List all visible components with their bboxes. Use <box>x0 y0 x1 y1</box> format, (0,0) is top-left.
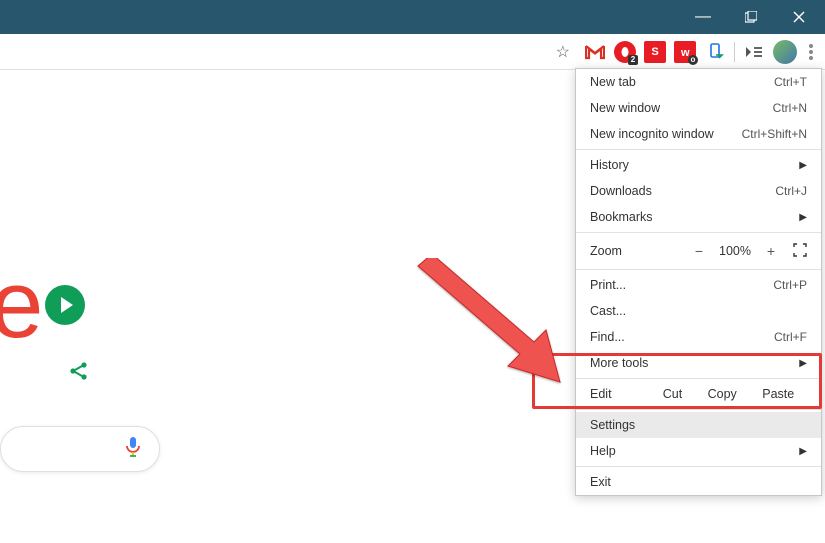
menu-separator <box>576 149 821 150</box>
browser-toolbar: ☆ 2 S w o <box>0 34 825 70</box>
edit-copy-button[interactable]: Copy <box>708 387 737 401</box>
menu-new-tab-label: New tab <box>590 75 636 89</box>
maximize-button[interactable] <box>733 0 769 34</box>
menu-exit-label: Exit <box>590 475 611 489</box>
menu-separator <box>576 466 821 467</box>
chevron-right-icon: ▶ <box>799 212 807 223</box>
menu-print-shortcut: Ctrl+P <box>773 278 807 292</box>
minimize-button[interactable]: — <box>685 0 721 34</box>
opera-badge: 2 <box>628 55 638 65</box>
edit-paste-button[interactable]: Paste <box>762 387 794 401</box>
menu-separator <box>576 409 821 410</box>
menu-exit[interactable]: Exit <box>576 469 821 495</box>
menu-cast[interactable]: Cast... <box>576 298 821 324</box>
menu-find-shortcut: Ctrl+F <box>774 330 807 344</box>
menu-help[interactable]: Help ▶ <box>576 438 821 464</box>
gmail-icon <box>585 44 605 60</box>
media-icon <box>744 44 764 60</box>
chevron-right-icon: ▶ <box>799 358 807 369</box>
menu-new-tab[interactable]: New tab Ctrl+T <box>576 69 821 95</box>
menu-edit: Edit Cut Copy Paste <box>576 381 821 407</box>
menu-print[interactable]: Print... Ctrl+P <box>576 272 821 298</box>
menu-new-window-label: New window <box>590 101 660 115</box>
close-button[interactable] <box>781 0 817 34</box>
smule-extension-icon[interactable]: S <box>644 41 666 63</box>
menu-downloads-shortcut: Ctrl+J <box>775 184 807 198</box>
menu-cast-label: Cast... <box>590 304 626 318</box>
menu-new-incognito-shortcut: Ctrl+Shift+N <box>742 127 807 141</box>
chrome-menu-button[interactable] <box>805 40 817 64</box>
zoom-in-button[interactable]: + <box>757 243 785 259</box>
menu-new-tab-shortcut: Ctrl+T <box>774 75 807 89</box>
menu-new-incognito[interactable]: New incognito window Ctrl+Shift+N <box>576 121 821 147</box>
menu-settings-label: Settings <box>590 418 635 432</box>
search-input[interactable] <box>0 426 160 472</box>
menu-bookmarks-label: Bookmarks <box>590 210 653 224</box>
fullscreen-icon[interactable] <box>785 243 807 260</box>
menu-zoom-label: Zoom <box>590 244 622 258</box>
zoom-out-button[interactable]: − <box>685 243 713 259</box>
menu-new-incognito-label: New incognito window <box>590 127 714 141</box>
menu-separator <box>576 269 821 270</box>
share-icon[interactable] <box>68 360 90 388</box>
menu-help-label: Help <box>590 444 616 458</box>
menu-settings[interactable]: Settings <box>576 412 821 438</box>
logo-letter-e: e <box>0 250 39 360</box>
media-toolbar-icon[interactable] <box>743 41 765 63</box>
menu-bookmarks[interactable]: Bookmarks ▶ <box>576 204 821 230</box>
menu-print-label: Print... <box>590 278 626 292</box>
chevron-right-icon: ▶ <box>799 160 807 171</box>
menu-new-window[interactable]: New window Ctrl+N <box>576 95 821 121</box>
play-icon[interactable] <box>45 285 85 325</box>
menu-separator <box>576 232 821 233</box>
toolbar-separator <box>734 42 735 62</box>
close-icon <box>793 11 805 23</box>
phone-icon <box>706 43 724 61</box>
phone-extension-icon[interactable] <box>704 41 726 63</box>
profile-avatar[interactable] <box>773 40 797 64</box>
bookmark-star-icon[interactable]: ☆ <box>550 42 576 62</box>
menu-edit-label: Edit <box>590 387 650 401</box>
ext4-badge: o <box>688 55 698 65</box>
menu-history[interactable]: History ▶ <box>576 152 821 178</box>
gmail-extension-icon[interactable] <box>584 41 606 63</box>
minimize-icon: — <box>695 8 711 26</box>
menu-more-tools[interactable]: More tools ▶ <box>576 350 821 376</box>
extension-4-icon[interactable]: w o <box>674 41 696 63</box>
window-titlebar: — <box>0 0 825 34</box>
zoom-value: 100% <box>713 244 757 258</box>
maximize-icon <box>745 11 757 23</box>
chrome-menu: New tab Ctrl+T New window Ctrl+N New inc… <box>575 68 822 496</box>
menu-more-tools-label: More tools <box>590 356 648 370</box>
menu-find[interactable]: Find... Ctrl+F <box>576 324 821 350</box>
menu-history-label: History <box>590 158 629 172</box>
opera-extension-icon[interactable]: 2 <box>614 41 636 63</box>
google-logo-partial: e <box>0 250 85 360</box>
voice-search-icon[interactable] <box>125 436 141 463</box>
menu-downloads[interactable]: Downloads Ctrl+J <box>576 178 821 204</box>
menu-downloads-label: Downloads <box>590 184 652 198</box>
menu-separator <box>576 378 821 379</box>
menu-find-label: Find... <box>590 330 625 344</box>
edit-cut-button[interactable]: Cut <box>663 387 682 401</box>
menu-new-window-shortcut: Ctrl+N <box>773 101 807 115</box>
chevron-right-icon: ▶ <box>799 446 807 457</box>
menu-zoom: Zoom − 100% + <box>576 235 821 267</box>
